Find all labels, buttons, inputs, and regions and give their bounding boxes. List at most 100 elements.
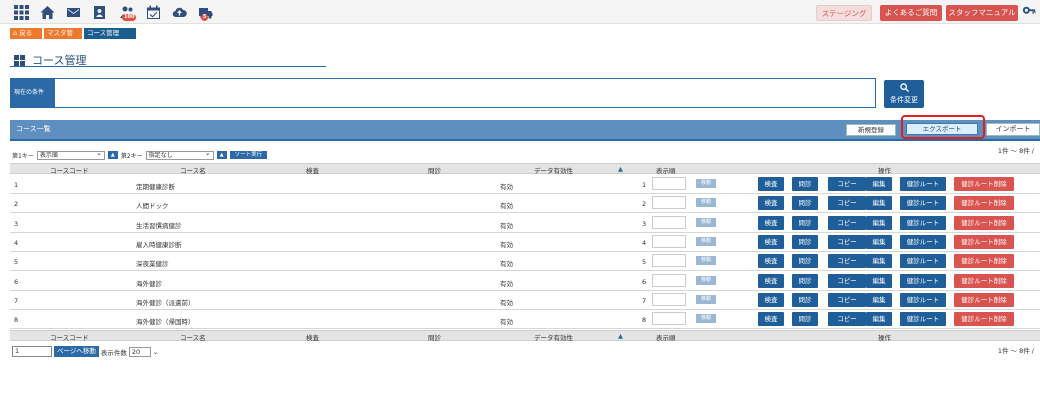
display-order-input[interactable]: [652, 312, 686, 326]
copy-button[interactable]: コピー: [828, 292, 866, 307]
route-delete-button[interactable]: 健診ルート削除: [954, 273, 1014, 288]
search-key-icon[interactable]: [1022, 5, 1038, 21]
route-delete-button[interactable]: 健診ルート削除: [954, 215, 1014, 230]
col-operations: 操作: [878, 167, 891, 175]
consult-button[interactable]: 問診: [792, 254, 818, 269]
route-delete-button[interactable]: 健診ルート削除: [954, 292, 1014, 307]
calendar-check-icon[interactable]: [144, 3, 162, 21]
move-button[interactable]: 移動: [696, 294, 716, 304]
route-delete-button[interactable]: 健診ルート削除: [954, 254, 1014, 269]
move-button[interactable]: 移動: [696, 275, 716, 285]
go-to-page-button[interactable]: ページへ移動: [54, 346, 99, 357]
route-delete-button[interactable]: 健診ルート削除: [954, 177, 1014, 191]
contact-card-icon[interactable]: [90, 3, 108, 21]
grid-icon: [14, 54, 26, 66]
sort-key1-select[interactable]: 表示順: [36, 150, 105, 160]
copy-button[interactable]: コピー: [828, 196, 866, 211]
sort-order-asc-icon[interactable]: ▲: [618, 332, 623, 340]
sort-key1-asc-button[interactable]: ▲: [107, 151, 118, 159]
route-button[interactable]: 健診ルート: [900, 215, 946, 230]
cloud-upload-icon[interactable]: [170, 3, 188, 21]
consult-button[interactable]: 問診: [792, 312, 818, 327]
move-button[interactable]: 移動: [696, 179, 716, 188]
display-order-input[interactable]: [652, 215, 686, 229]
consult-button[interactable]: 問診: [792, 215, 818, 230]
route-button[interactable]: 健診ルート: [900, 177, 946, 191]
edit-button[interactable]: 編集: [866, 234, 892, 249]
col-exam: 検査: [306, 334, 319, 342]
display-order-input[interactable]: [652, 292, 686, 306]
route-button[interactable]: 健診ルート: [900, 312, 946, 327]
display-order-input[interactable]: [652, 254, 686, 268]
staff-manual-button[interactable]: スタッフマニュアル: [946, 5, 1018, 21]
exam-button[interactable]: 検査: [758, 312, 784, 327]
display-order-input[interactable]: [652, 234, 686, 248]
consult-button[interactable]: 問診: [792, 292, 818, 307]
route-button[interactable]: 健診ルート: [900, 234, 946, 249]
display-order-input[interactable]: [652, 273, 686, 287]
move-button[interactable]: 移動: [696, 314, 716, 324]
edit-button[interactable]: 編集: [866, 254, 892, 269]
consult-button[interactable]: 問診: [792, 177, 818, 191]
sort-key2-asc-button[interactable]: ▲: [216, 151, 227, 159]
consult-button[interactable]: 問診: [792, 234, 818, 249]
route-button[interactable]: 健診ルート: [900, 273, 946, 288]
exam-button[interactable]: 検査: [758, 177, 784, 191]
move-button[interactable]: 移動: [696, 256, 716, 266]
route-button[interactable]: 健診ルート: [900, 292, 946, 307]
exam-button[interactable]: 検査: [758, 234, 784, 249]
route-delete-button[interactable]: 健診ルート削除: [954, 312, 1014, 327]
per-page-select[interactable]: 20: [128, 346, 151, 357]
copy-button[interactable]: コピー: [828, 312, 866, 327]
sort-execute-button[interactable]: ソート実行: [229, 151, 268, 159]
new-register-button[interactable]: 新規登録: [846, 124, 896, 136]
course-name-cell: 海外健診: [136, 279, 162, 288]
users-icon[interactable]: 100: [118, 3, 137, 21]
consult-button[interactable]: 問診: [792, 273, 818, 288]
edit-button[interactable]: 編集: [866, 177, 892, 191]
sort-key2-select[interactable]: 指定なし: [145, 150, 214, 160]
edit-button[interactable]: 編集: [866, 273, 892, 288]
edit-button[interactable]: 編集: [866, 215, 892, 230]
sort-order-asc-icon[interactable]: ▲: [618, 165, 623, 173]
exam-button[interactable]: 検査: [758, 273, 784, 288]
edit-button[interactable]: 編集: [866, 312, 892, 327]
edit-button[interactable]: 編集: [866, 196, 892, 211]
home-icon[interactable]: [38, 3, 56, 21]
exam-button[interactable]: 検査: [758, 254, 784, 269]
mail-icon[interactable]: [64, 3, 82, 21]
edit-button[interactable]: 編集: [866, 292, 892, 307]
exam-button[interactable]: 検査: [758, 215, 784, 230]
exam-button[interactable]: 検査: [758, 292, 784, 307]
page-number-input[interactable]: 1: [12, 346, 52, 357]
route-delete-button[interactable]: 健診ルート削除: [954, 196, 1014, 211]
consult-button[interactable]: 問診: [792, 196, 818, 211]
route-delete-button[interactable]: 健診ルート削除: [954, 234, 1014, 249]
truck-icon[interactable]: 5: [196, 3, 214, 21]
display-order-input[interactable]: [652, 196, 686, 210]
copy-button[interactable]: コピー: [828, 177, 866, 191]
grid-icon[interactable]: [12, 3, 30, 21]
move-button[interactable]: 移動: [696, 217, 716, 227]
import-button[interactable]: インポート: [986, 123, 1040, 136]
move-button[interactable]: 移動: [696, 198, 716, 208]
copy-button[interactable]: コピー: [828, 254, 866, 269]
breadcrumb-master[interactable]: マスタ管理: [44, 28, 82, 48]
route-button[interactable]: 健診ルート: [900, 254, 946, 269]
export-button[interactable]: エクスポート: [906, 123, 978, 135]
course-code-cell: 6: [14, 277, 19, 286]
table-row: 2 人間ドック 有効 2 移動 検査 問診 コピー 編集 健診ルート 健診ルート削除: [10, 194, 1040, 214]
copy-button[interactable]: コピー: [828, 215, 866, 230]
staging-button[interactable]: ステージング: [816, 5, 872, 21]
change-condition-button[interactable]: 条件変更: [884, 80, 924, 108]
move-button[interactable]: 移動: [696, 236, 716, 246]
breadcrumb-back[interactable]: ⌂ 戻る: [10, 28, 42, 39]
col-display-order: 表示順: [656, 167, 676, 175]
copy-button[interactable]: コピー: [828, 234, 866, 249]
record-count-top: 1件 ～ 8件 /: [997, 147, 1034, 155]
faq-button[interactable]: よくあるご質問: [880, 5, 942, 21]
route-button[interactable]: 健診ルート: [900, 196, 946, 211]
display-order-input[interactable]: [652, 177, 686, 190]
copy-button[interactable]: コピー: [828, 273, 866, 288]
exam-button[interactable]: 検査: [758, 196, 784, 211]
